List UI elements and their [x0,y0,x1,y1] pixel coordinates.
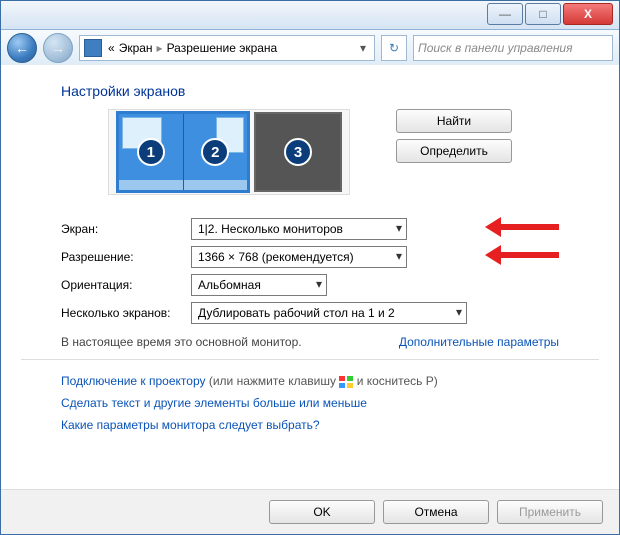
page-title: Настройки экранов [61,83,599,99]
breadcrumb: « Экран ▸ Разрешение экрана [108,41,277,55]
monitor-number: 1 [137,138,165,166]
maximize-button[interactable]: □ [525,3,561,25]
orientation-select[interactable]: Альбомная [191,274,327,296]
chevron-right-icon: ▸ [157,41,163,55]
monitor-2[interactable]: 2 [183,114,248,190]
display-canvas[interactable]: 1 2 3 [108,109,350,195]
monitor-number: 2 [201,138,229,166]
divider [21,359,599,360]
label-orientation: Ориентация: [61,278,191,292]
content-area: Настройки экранов 1 2 3 [1,65,619,534]
back-button[interactable]: ← [7,33,37,63]
control-panel-icon [84,39,102,57]
projector-hint-b: и коснитесь P) [357,374,438,388]
resolution-select[interactable]: 1366 × 768 (рекомендуется) [191,246,407,268]
windows-key-icon [339,376,353,388]
window-buttons-group: — □ X [487,3,613,25]
projector-link[interactable]: Подключение к проектору [61,374,206,388]
info-row: В настоящее время это основной монитор. … [61,335,559,349]
navbar: ← → « Экран ▸ Разрешение экрана ▾ ↻ Поис… [1,30,619,67]
multiple-displays-select[interactable]: Дублировать рабочий стол на 1 и 2 [191,302,467,324]
projector-line: Подключение к проектору (или нажмите кла… [61,370,559,392]
close-button[interactable]: X [563,3,613,25]
link-block: Подключение к проектору (или нажмите кла… [61,370,559,436]
search-input[interactable]: Поиск в панели управления [413,35,613,61]
row-multiple: Несколько экранов: Дублировать рабочий с… [61,299,559,327]
breadcrumb-item[interactable]: Экран [119,41,153,55]
monitor-pair[interactable]: 1 2 [116,111,250,193]
cancel-button[interactable]: Отмена [383,500,489,524]
label-multiple: Несколько экранов: [61,306,191,320]
monitor-3[interactable]: 3 [254,112,342,192]
taskbar-icon [184,180,248,190]
row-display: Экран: 1|2. Несколько мониторов [61,215,559,243]
dialog-footer: OK Отмена Применить [1,489,619,534]
monitor-number: 3 [284,138,312,166]
primary-monitor-text: В настоящее время это основной монитор. [61,335,302,349]
projector-hint-a: (или нажмите клавишу [209,374,336,388]
label-display: Экран: [61,222,191,236]
display-select[interactable]: 1|2. Несколько мониторов [191,218,407,240]
row-resolution: Разрешение: 1366 × 768 (рекомендуется) [61,243,559,271]
row-orientation: Ориентация: Альбомная [61,271,559,299]
minimize-button[interactable]: — [487,3,523,25]
taskbar-icon [119,180,183,190]
label-resolution: Разрешение: [61,250,191,264]
find-button[interactable]: Найти [396,109,512,133]
red-arrow-icon [489,217,579,235]
forward-button[interactable]: → [43,33,73,63]
breadcrumb-item[interactable]: Разрешение экрана [167,41,278,55]
address-dropdown-icon[interactable]: ▾ [356,41,370,55]
refresh-button[interactable]: ↻ [381,35,407,61]
red-arrow-icon [489,245,579,263]
textsize-link[interactable]: Сделать текст и другие элементы больше и… [61,396,367,410]
display-arrangement: 1 2 3 Найти Определить [21,109,599,195]
display-side-buttons: Найти Определить [396,109,512,163]
address-bar[interactable]: « Экран ▸ Разрешение экрана ▾ [79,35,375,61]
breadcrumb-root[interactable]: « [108,41,115,55]
which-monitor-link[interactable]: Какие параметры монитора следует выбрать… [61,418,320,432]
titlebar: — □ X [1,1,619,30]
search-placeholder: Поиск в панели управления [418,41,573,55]
window: — □ X ← → « Экран ▸ Разрешение экрана ▾ … [0,0,620,535]
advanced-settings-link[interactable]: Дополнительные параметры [399,335,559,349]
apply-button[interactable]: Применить [497,500,603,524]
settings-rows: Экран: 1|2. Несколько мониторов Разрешен… [61,215,559,327]
identify-button[interactable]: Определить [396,139,512,163]
ok-button[interactable]: OK [269,500,375,524]
monitor-1[interactable]: 1 [119,114,183,190]
